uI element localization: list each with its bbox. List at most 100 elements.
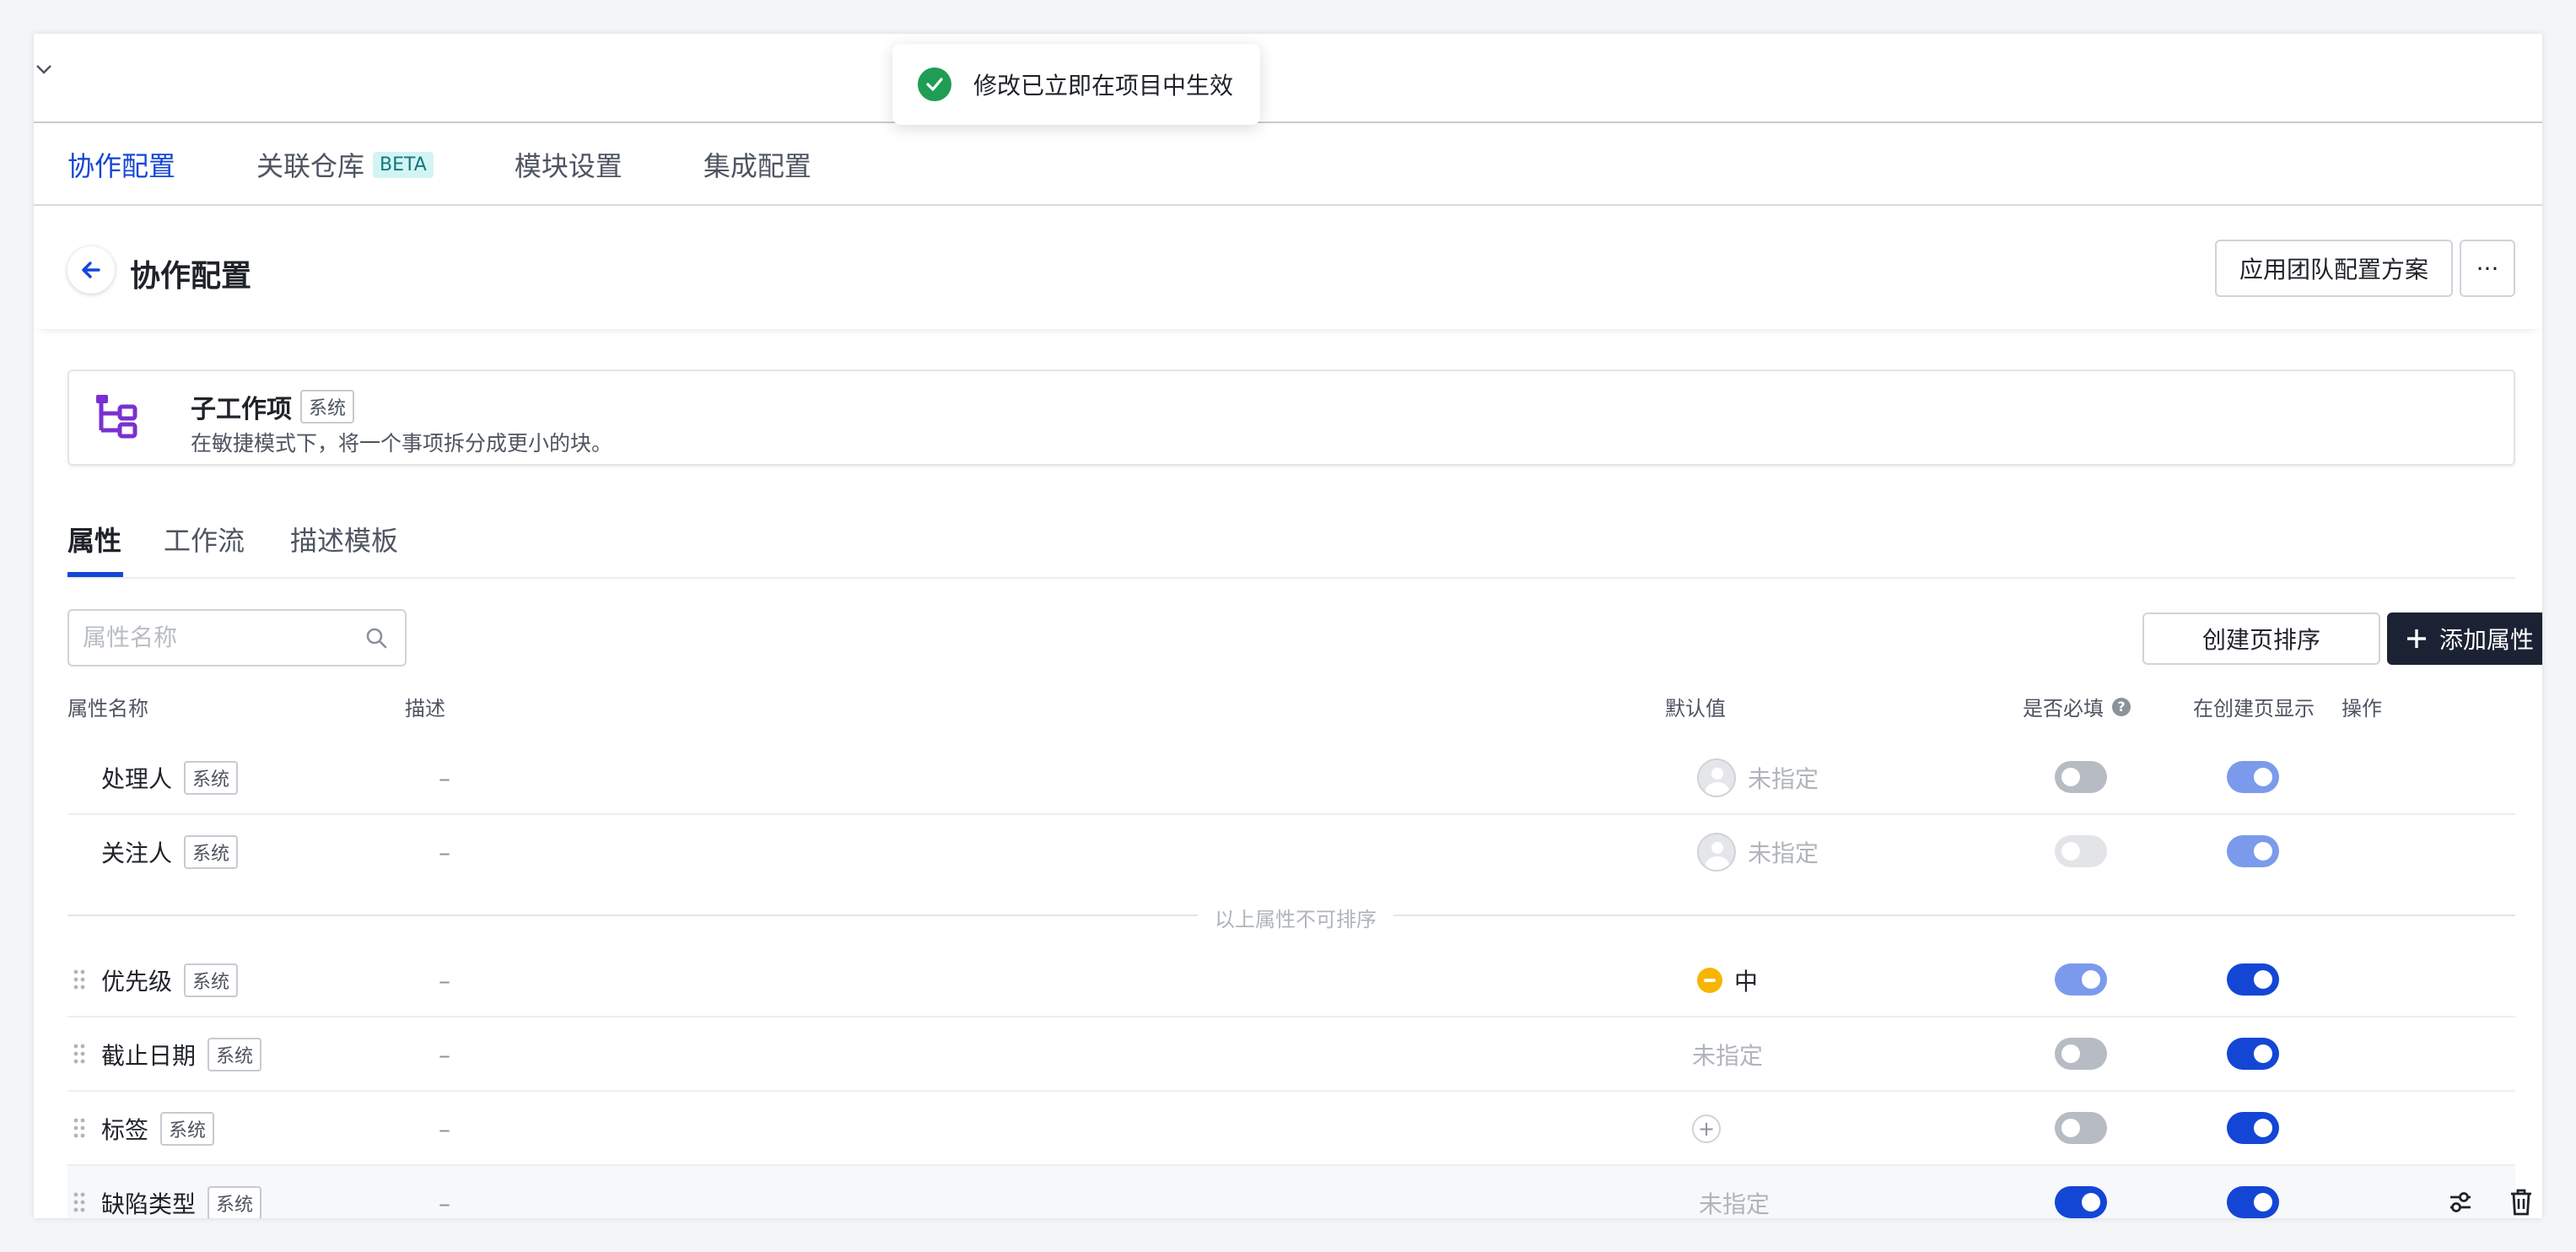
toast-message: 修改已立即在项目中生效: [973, 72, 1234, 100]
col-header-name: 属性名称: [67, 697, 148, 720]
page-title: 协作配置: [130, 259, 252, 294]
attr-name-cell: 关注人 系统: [101, 815, 239, 889]
arrow-left-icon: [82, 262, 100, 278]
attr-name: 处理人: [101, 765, 173, 793]
help-icon[interactable]: ?: [2112, 697, 2131, 716]
system-tag: 系统: [184, 835, 239, 869]
col-header-required: 是否必填 ?: [2023, 692, 2131, 721]
default-value-cell[interactable]: 未指定: [1699, 1166, 1770, 1218]
tab-collaboration-config[interactable]: 协作配置: [67, 145, 175, 184]
item-type-title: 子工作项: [191, 395, 292, 424]
table-row: 截止日期 系统 – 未指定: [67, 1017, 2515, 1092]
tab-label: 协作配置: [67, 150, 176, 182]
tab-label: 模块设置: [514, 150, 622, 182]
table-row: 关注人 系统 – 未指定: [67, 815, 2515, 889]
required-toggle: [2055, 963, 2107, 996]
search-input[interactable]: [67, 609, 407, 666]
default-value: 中: [1734, 968, 1759, 996]
tab-description-template[interactable]: 描述模板: [290, 520, 398, 559]
tab-module-settings[interactable]: 模块设置: [515, 145, 622, 184]
required-toggle[interactable]: [2055, 1038, 2107, 1070]
required-toggle[interactable]: [2055, 761, 2107, 793]
table-row: 缺陷类型 系统 – 未指定: [67, 1166, 2531, 1218]
plus-icon: [2406, 629, 2426, 648]
app-window: 修改已立即在项目中生效 协作配置 关联仓库 BETA 模块设置 集成配置 协作配置…: [34, 34, 2542, 1218]
system-tag: 系统: [184, 761, 239, 795]
system-tag: 系统: [160, 1112, 215, 1146]
apply-team-config-button[interactable]: 应用团队配置方案: [2215, 240, 2453, 297]
active-tab-indicator: [67, 572, 123, 577]
check-circle-icon: [918, 67, 951, 101]
default-value: 未指定: [1748, 839, 1819, 867]
attr-name-cell: 处理人 系统: [101, 741, 239, 815]
tab-linked-repo[interactable]: 关联仓库 BETA: [256, 145, 434, 184]
drag-handle-icon[interactable]: [73, 969, 86, 990]
sub-tabs: 属性 工作流 描述模板: [67, 484, 2515, 579]
trash-icon[interactable]: [2509, 1188, 2534, 1217]
col-header-required-label: 是否必填: [2023, 697, 2104, 720]
tab-workflow[interactable]: 工作流: [164, 520, 245, 559]
main-tabs: 协作配置 关联仓库 BETA 模块设置 集成配置: [34, 125, 2542, 206]
default-value-cell[interactable]: 未指定: [1697, 815, 1819, 889]
default-value: 未指定: [1748, 765, 1819, 793]
attr-name-cell: 优先级 系统: [101, 943, 239, 1017]
tab-integration-config[interactable]: 集成配置: [703, 145, 811, 184]
search-icon: [366, 628, 387, 649]
success-toast: 修改已立即在项目中生效: [892, 44, 1260, 125]
attr-name: 缺陷类型: [101, 1190, 197, 1218]
table-row: 标签 系统 – +: [67, 1092, 2515, 1166]
user-avatar-icon: [1697, 833, 1736, 872]
item-type-name: 子工作项 系统: [191, 388, 355, 425]
attr-description: –: [439, 966, 450, 995]
attr-name: 优先级: [101, 968, 173, 996]
attr-description: –: [439, 838, 450, 866]
back-button[interactable]: [67, 246, 115, 294]
col-header-show-on-create: 在创建页显示: [2193, 697, 2315, 720]
user-avatar-icon: [1697, 758, 1736, 797]
beta-badge: BETA: [373, 151, 434, 178]
attr-description: –: [439, 1114, 450, 1143]
required-toggle[interactable]: [2055, 1186, 2107, 1218]
required-toggle[interactable]: [2055, 1112, 2107, 1144]
settings-sliders-icon[interactable]: [2448, 1190, 2473, 1215]
system-tag: 系统: [184, 963, 239, 997]
default-value-cell[interactable]: 未指定: [1697, 741, 1819, 815]
top-bar: [34, 34, 2542, 123]
table-row: 优先级 系统 – 中: [67, 943, 2515, 1017]
attr-description: –: [439, 764, 450, 792]
show-on-create-toggle[interactable]: [2227, 1038, 2279, 1070]
default-value: 未指定: [1692, 1042, 1764, 1070]
item-type-card: 子工作项 系统 在敏捷模式下，将一个事项拆分成更小的块。: [67, 370, 2515, 466]
tab-attributes[interactable]: 属性: [67, 520, 121, 559]
attr-description: –: [439, 1040, 450, 1069]
show-on-create-toggle[interactable]: [2227, 963, 2279, 996]
item-type-description: 在敏捷模式下，将一个事项拆分成更小的块。: [191, 431, 613, 456]
show-on-create-toggle[interactable]: [2227, 1112, 2279, 1144]
add-attribute-button[interactable]: 添加属性: [2387, 613, 2542, 665]
drag-handle-icon[interactable]: [73, 1191, 86, 1213]
system-tag: 系统: [300, 390, 355, 424]
add-tag-icon[interactable]: +: [1692, 1114, 1721, 1143]
attr-name-cell: 截止日期 系统: [101, 1017, 262, 1092]
attr-name-cell: 标签 系统: [101, 1092, 215, 1166]
attr-name: 截止日期: [101, 1042, 197, 1070]
tab-label: 关联仓库: [256, 150, 365, 182]
default-value-cell[interactable]: 未指定: [1692, 1017, 1763, 1092]
default-value-cell[interactable]: +: [1692, 1092, 1721, 1166]
attr-name-cell: 缺陷类型 系统: [101, 1166, 262, 1218]
create-page-sort-button[interactable]: 创建页排序: [2142, 613, 2380, 665]
table-row: 处理人 系统 – 未指定: [67, 741, 2515, 815]
show-on-create-toggle: [2227, 835, 2279, 867]
drag-handle-icon[interactable]: [73, 1043, 86, 1065]
show-on-create-toggle[interactable]: [2227, 1186, 2279, 1218]
more-button[interactable]: ···: [2460, 240, 2515, 297]
default-value-cell[interactable]: 中: [1697, 943, 1758, 1017]
required-toggle: [2055, 835, 2107, 867]
system-tag: 系统: [207, 1038, 262, 1071]
col-header-actions: 操作: [2342, 697, 2382, 720]
chevron-down-icon[interactable]: [34, 59, 54, 79]
drag-handle-icon[interactable]: [73, 1117, 86, 1139]
system-tag: 系统: [207, 1186, 262, 1218]
show-on-create-toggle: [2227, 761, 2279, 793]
divider-label: 以上属性不可排序: [1198, 903, 1393, 932]
